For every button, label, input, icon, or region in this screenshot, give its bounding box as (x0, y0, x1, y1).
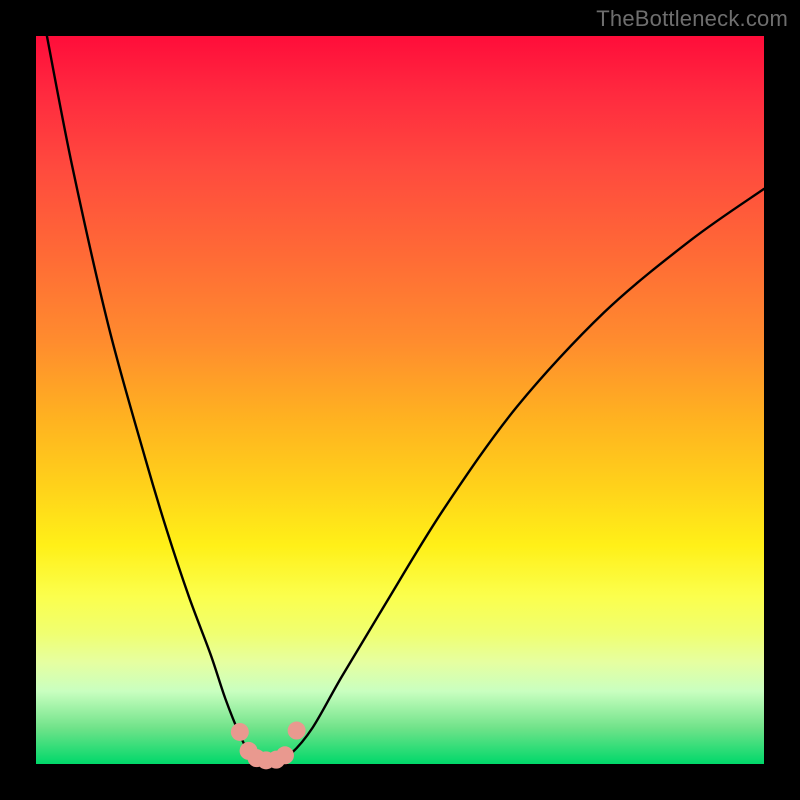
marker-dot (231, 723, 249, 741)
plot-area (36, 36, 764, 764)
curve-layer (36, 36, 764, 764)
bottleneck-curve (47, 36, 764, 761)
marker-dot (276, 746, 294, 764)
curve-markers (231, 722, 306, 770)
chart-frame: TheBottleneck.com (0, 0, 800, 800)
watermark-text: TheBottleneck.com (596, 6, 788, 32)
marker-dot (288, 722, 306, 740)
